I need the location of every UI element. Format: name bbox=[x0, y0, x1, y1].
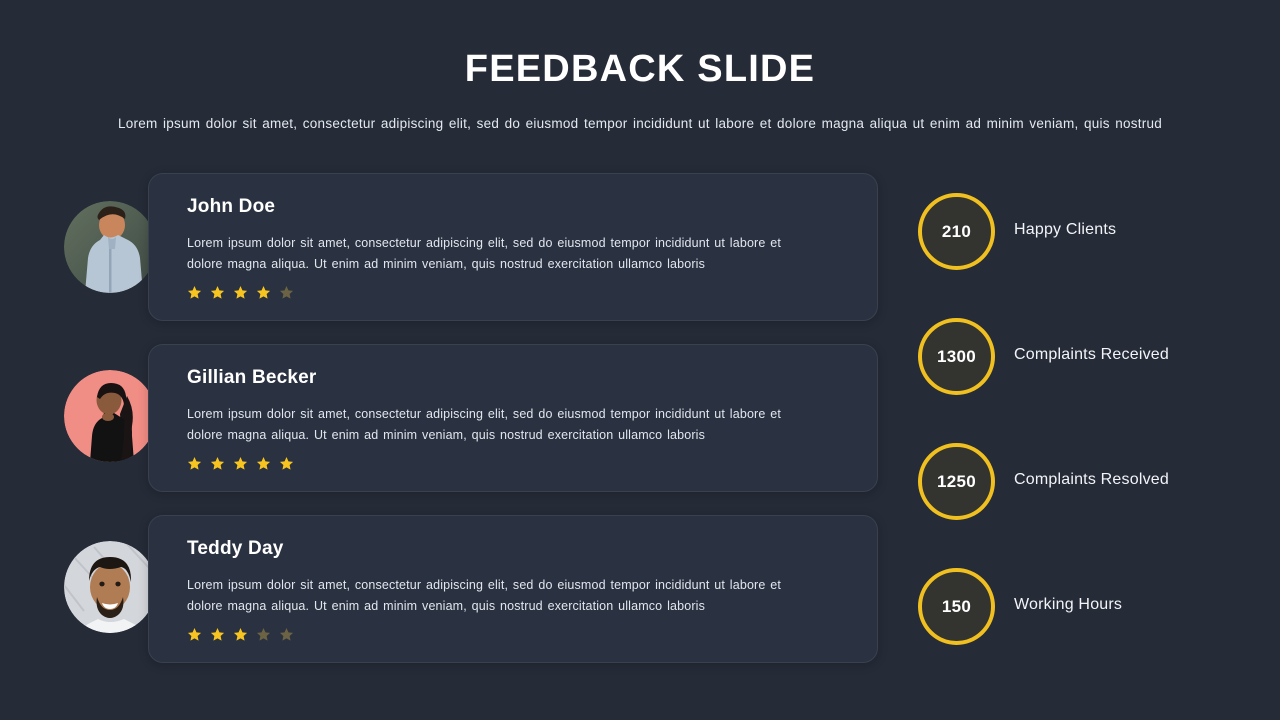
avatar bbox=[64, 370, 156, 462]
star-icon bbox=[233, 286, 248, 299]
feedback-slide: FEEDBACK SLIDE Lorem ipsum dolor sit ame… bbox=[0, 0, 1280, 720]
stat-value: 150 bbox=[941, 596, 972, 616]
testimonial-row: John Doe Lorem ipsum dolor sit amet, con… bbox=[64, 173, 884, 321]
star-icon bbox=[279, 286, 294, 299]
stat-item: 210 Happy Clients bbox=[918, 193, 1258, 318]
page-title: FEEDBACK SLIDE bbox=[464, 48, 816, 90]
stat-label: Happy Clients bbox=[1014, 221, 1117, 238]
stat-value: 1300 bbox=[936, 346, 977, 366]
page-subtitle: Lorem ipsum dolor sit amet, consectetur … bbox=[117, 116, 1162, 131]
stat-circle: 210 bbox=[918, 193, 995, 270]
stat-item: 1300 Complaints Received bbox=[918, 318, 1258, 443]
testimonial-text: Lorem ipsum dolor sit amet, consectetur … bbox=[187, 407, 782, 442]
star-icon bbox=[256, 628, 271, 641]
stat-circle: 1250 bbox=[918, 443, 995, 520]
stat-circle: 1300 bbox=[918, 318, 995, 395]
star-icon bbox=[210, 286, 225, 299]
testimonial-name: Teddy Day bbox=[187, 538, 284, 559]
stat-value: 1250 bbox=[936, 471, 977, 491]
star-icon bbox=[187, 628, 202, 641]
rating-stars bbox=[187, 285, 847, 300]
avatar bbox=[64, 201, 156, 293]
stat-item: 150 Working Hours bbox=[918, 568, 1258, 693]
testimonial-card: Teddy Day Lorem ipsum dolor sit amet, co… bbox=[148, 515, 878, 663]
star-icon bbox=[210, 457, 225, 470]
star-icon bbox=[256, 457, 271, 470]
testimonial-name: Gillian Becker bbox=[187, 367, 317, 388]
stats-list: 210 Happy Clients 1300 Complaints Receiv… bbox=[918, 193, 1258, 693]
stat-label: Working Hours bbox=[1014, 596, 1123, 613]
testimonial-card: Gillian Becker Lorem ipsum dolor sit ame… bbox=[148, 344, 878, 492]
stat-label: Complaints Received bbox=[1014, 346, 1169, 363]
stat-item: 1250 Complaints Resolved bbox=[918, 443, 1258, 568]
rating-stars bbox=[187, 456, 847, 471]
testimonial-name: John Doe bbox=[187, 196, 276, 217]
star-icon bbox=[233, 457, 248, 470]
star-icon bbox=[279, 628, 294, 641]
testimonial-card: John Doe Lorem ipsum dolor sit amet, con… bbox=[148, 173, 878, 321]
testimonial-text: Lorem ipsum dolor sit amet, consectetur … bbox=[187, 236, 782, 271]
stat-label: Complaints Resolved bbox=[1014, 471, 1169, 488]
testimonial-row: Teddy Day Lorem ipsum dolor sit amet, co… bbox=[64, 515, 884, 663]
testimonial-row: Gillian Becker Lorem ipsum dolor sit ame… bbox=[64, 344, 884, 492]
stat-circle: 150 bbox=[918, 568, 995, 645]
star-icon bbox=[256, 286, 271, 299]
testimonial-text: Lorem ipsum dolor sit amet, consectetur … bbox=[187, 578, 782, 613]
star-icon bbox=[279, 457, 294, 470]
avatar bbox=[64, 541, 156, 633]
star-icon bbox=[233, 628, 248, 641]
star-icon bbox=[187, 457, 202, 470]
star-icon bbox=[210, 628, 225, 641]
rating-stars bbox=[187, 627, 847, 642]
stat-value: 210 bbox=[941, 221, 972, 241]
star-icon bbox=[187, 286, 202, 299]
testimonial-list: John Doe Lorem ipsum dolor sit amet, con… bbox=[64, 173, 884, 686]
